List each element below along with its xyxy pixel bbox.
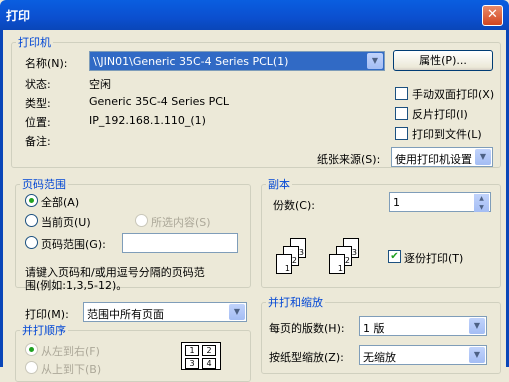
order-preview-cell: 3: [185, 358, 199, 369]
close-button[interactable]: ✕: [482, 5, 503, 26]
paper-source-value: 使用打印机设置: [395, 153, 472, 166]
scale-select[interactable]: 无缩放 ▼: [359, 345, 487, 365]
order-top-to-bottom-radio[interactable]: [25, 361, 38, 374]
check-icon: ✔: [390, 251, 399, 262]
pages-per-sheet-label: 每页的版数(H):: [269, 322, 345, 335]
spin-down-icon: ▼: [479, 204, 484, 211]
page-range-all-label[interactable]: 全部(A): [41, 194, 79, 210]
page-range-group-title: 页码范围: [22, 178, 66, 191]
type-label: 类型:: [25, 97, 51, 110]
copies-count-value: 1: [393, 196, 400, 209]
printer-group-title: 打印机: [18, 36, 51, 49]
printer-name-value: \\JIN01\Generic 35C-4 Series PCL(1): [93, 55, 289, 68]
properties-button[interactable]: 属性(P)...: [393, 50, 493, 71]
page-range-pages-label[interactable]: 页码范围(G):: [41, 236, 106, 252]
page-range-pages-radio[interactable]: [25, 236, 38, 249]
location-value: IP_192.168.1.110_(1): [89, 114, 206, 127]
print-what-select[interactable]: 范围中所有页面 ▼: [83, 302, 247, 322]
duplex-label[interactable]: 手动双面打印(X): [412, 86, 494, 102]
location-label: 位置:: [25, 116, 51, 129]
reverse-label[interactable]: 反片打印(I): [412, 106, 468, 122]
close-icon: ✕: [487, 7, 498, 22]
reverse-checkbox[interactable]: [395, 107, 408, 120]
chevron-down-icon: ▼: [229, 304, 245, 320]
chevron-down-icon: ▼: [367, 53, 383, 69]
window-title: 打印: [6, 9, 31, 23]
printer-name-label: 名称(N):: [25, 57, 68, 70]
status-label: 状态:: [25, 78, 51, 91]
scale-value: 无缩放: [363, 351, 396, 364]
copies-group-title: 副本: [268, 178, 290, 191]
paper-source-label: 纸张来源(S):: [317, 153, 381, 166]
page-range-current-label[interactable]: 当前页(U): [41, 214, 91, 230]
print-to-file-label[interactable]: 打印到文件(L): [412, 126, 482, 142]
type-value: Generic 35C-4 Series PCL: [89, 95, 230, 108]
paper-source-select[interactable]: 使用打印机设置 ▼: [391, 147, 493, 167]
chevron-down-icon: ▼: [475, 149, 491, 165]
print-what-value: 范围中所有页面: [87, 308, 164, 321]
page-range-current-radio[interactable]: [25, 214, 38, 227]
copies-spinner[interactable]: ▲ ▼: [474, 194, 489, 212]
page-range-all-radio[interactable]: [25, 194, 38, 207]
spin-up-icon: ▲: [479, 195, 484, 202]
order-preview-cell: 1: [185, 345, 199, 356]
title-bar: 打印 ✕: [0, 0, 509, 30]
chevron-down-icon: ▼: [469, 347, 485, 363]
print-to-file-checkbox[interactable]: [395, 127, 408, 140]
collate-page-front: 1: [329, 254, 345, 274]
print-dialog: 打印机 名称(N): \\JIN01\Generic 35C-4 Series …: [0, 30, 509, 382]
copies-count-input[interactable]: 1 ▲ ▼: [389, 192, 491, 212]
order-preview-cell: 4: [202, 358, 216, 369]
print-what-label: 打印(M):: [25, 308, 69, 321]
duplex-checkbox[interactable]: [395, 87, 408, 100]
order-preview: 1 2 3 4: [181, 342, 221, 370]
scale-label: 按纸型缩放(Z):: [269, 351, 344, 364]
copies-count-label: 份数(C):: [273, 199, 315, 212]
printer-name-select[interactable]: \\JIN01\Generic 35C-4 Series PCL(1) ▼: [89, 51, 385, 71]
status-value: 空闲: [89, 78, 111, 91]
pages-per-sheet-select[interactable]: 1 版 ▼: [359, 316, 487, 336]
order-left-to-right-radio[interactable]: [25, 343, 38, 356]
page-range-selection-label[interactable]: 所选内容(S): [151, 214, 211, 230]
collate-checkbox[interactable]: ✔: [388, 250, 401, 263]
order-group-title: 并打顺序: [22, 324, 66, 337]
collate-label[interactable]: 逐份打印(T): [404, 250, 463, 266]
pages-per-sheet-value: 1 版: [363, 322, 385, 335]
order-preview-cell: 2: [202, 345, 216, 356]
comment-label: 备注:: [25, 135, 51, 148]
page-range-hint-line2: 围(例如:1,3,5-12)。: [25, 279, 128, 292]
page-range-input[interactable]: [122, 233, 238, 253]
zoom-group-title: 并打和缩放: [268, 296, 323, 309]
order-top-to-bottom-label[interactable]: 从上到下(B): [41, 361, 101, 377]
collate-page-front: 1: [276, 254, 292, 274]
order-left-to-right-label[interactable]: 从左到右(F): [41, 343, 100, 359]
chevron-down-icon: ▼: [469, 318, 485, 334]
page-range-selection-radio[interactable]: [135, 214, 148, 227]
